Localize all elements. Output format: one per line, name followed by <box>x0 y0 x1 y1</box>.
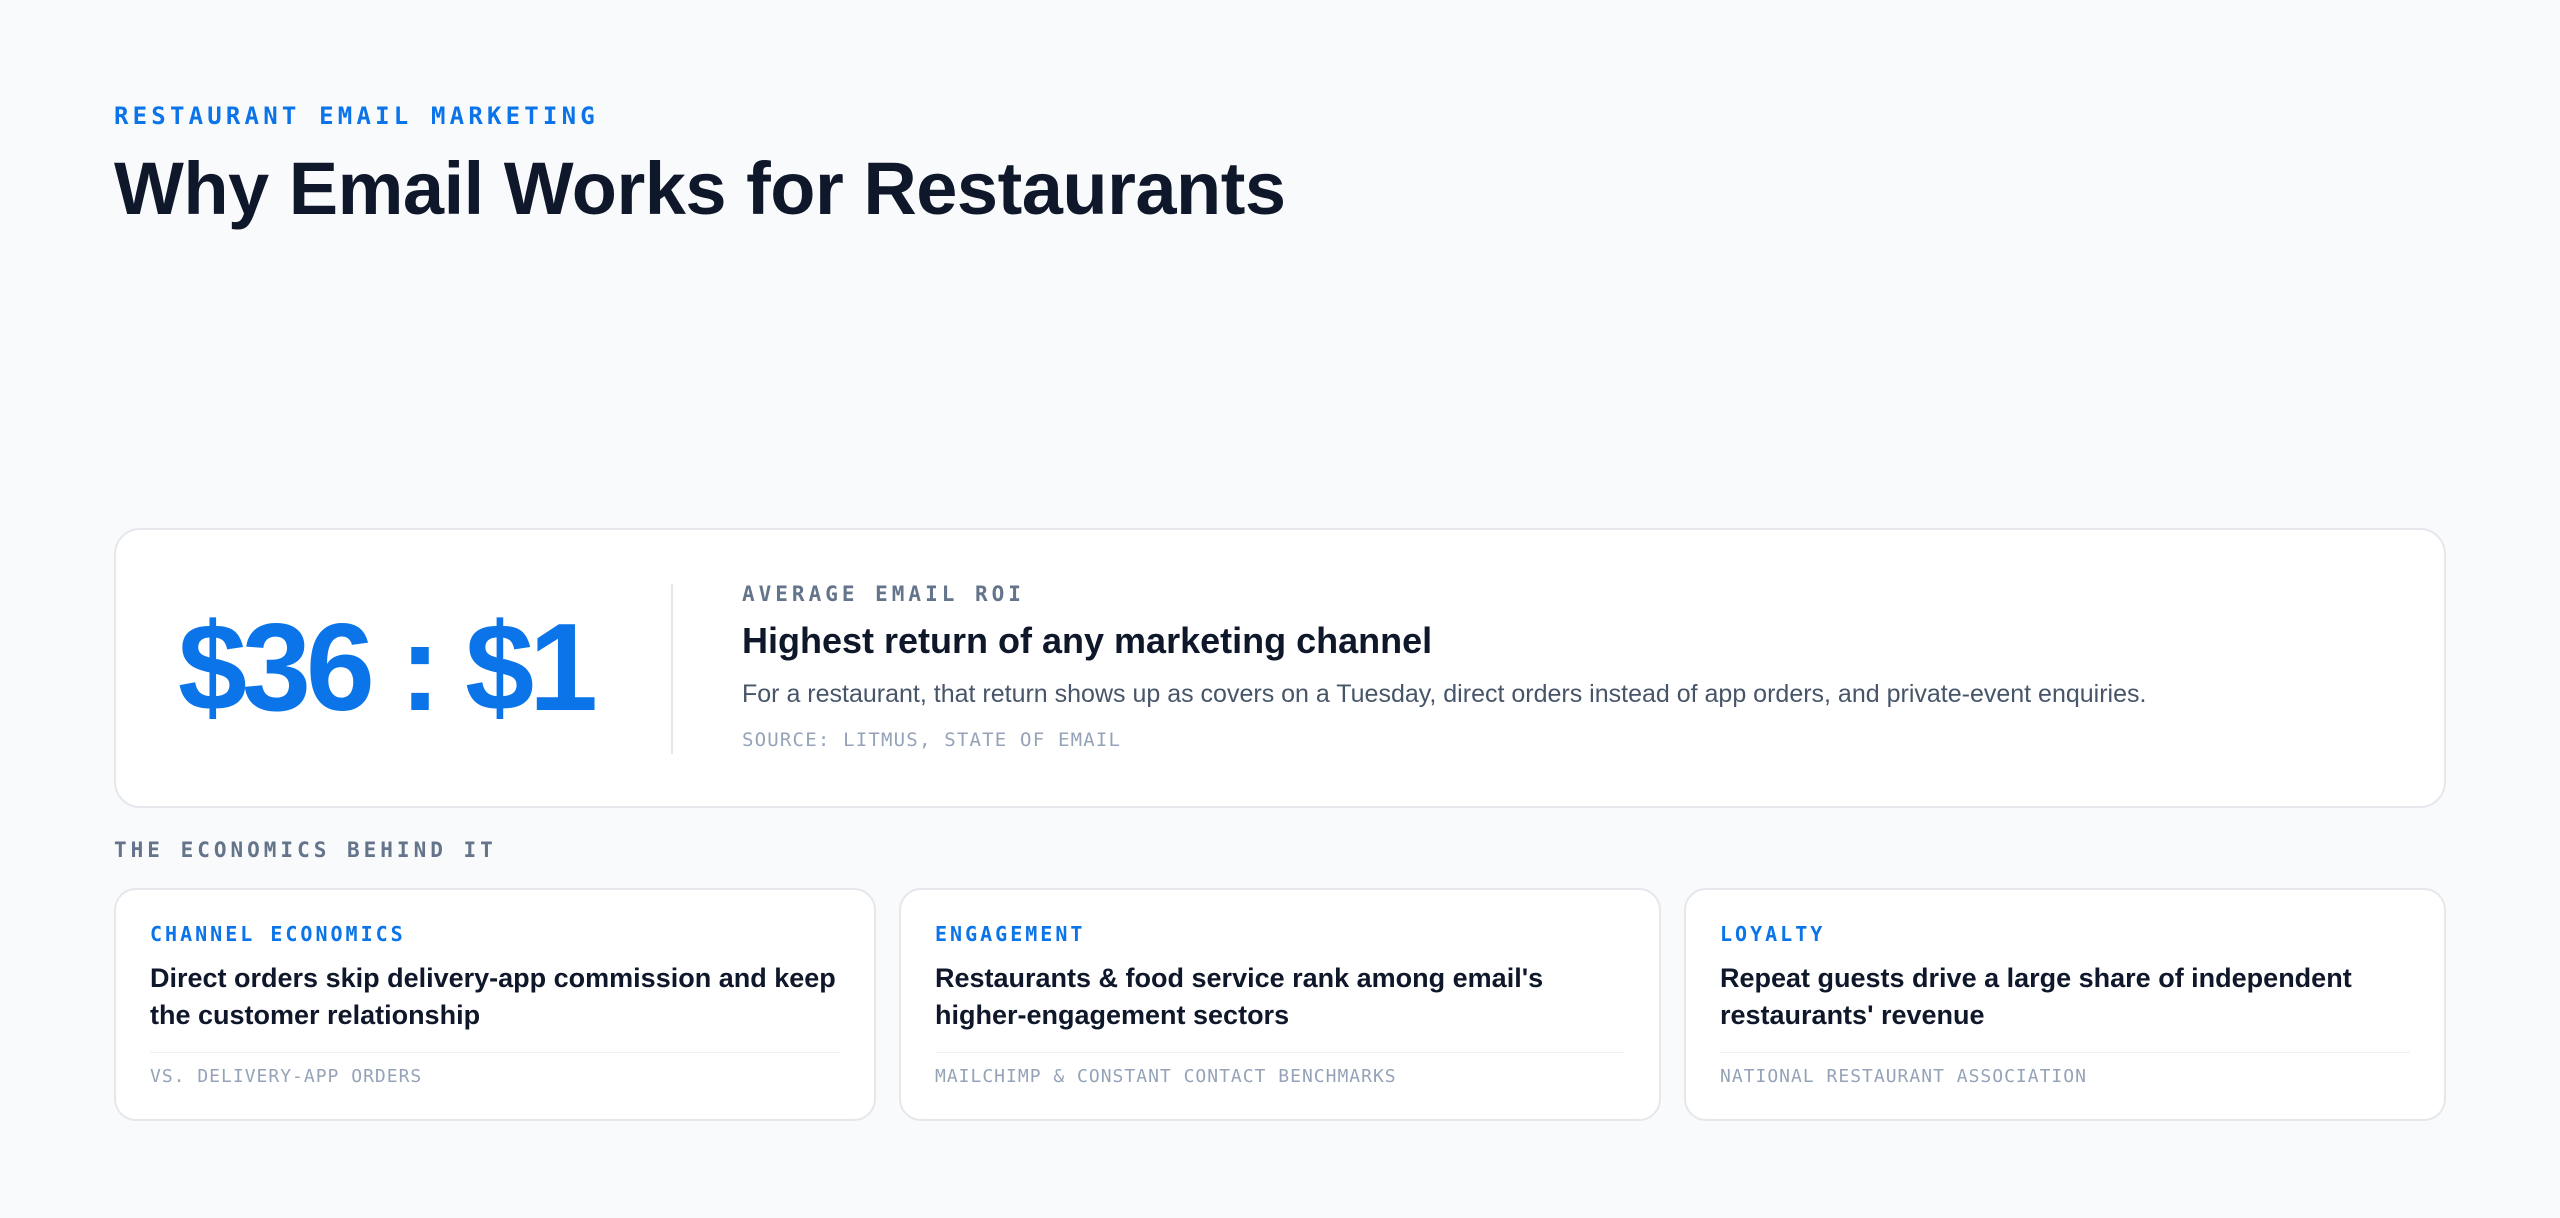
card-tag: CHANNEL ECONOMICS <box>150 922 406 946</box>
roi-text: AVERAGE EMAIL ROI Highest return of any … <box>742 582 2402 751</box>
page-title: Why Email Works for Restaurants <box>114 147 1286 230</box>
roi-description: For a restaurant, that return shows up a… <box>742 680 2147 708</box>
card-source: VS. DELIVERY-APP ORDERS <box>150 1066 423 1087</box>
roi-card: $36 : $1 AVERAGE EMAIL ROI Highest retur… <box>114 528 2446 808</box>
card-title: Repeat guests drive a large share of ind… <box>1720 963 2352 1030</box>
eyebrow: RESTAURANT EMAIL MARKETING <box>114 102 599 130</box>
roi-source: SOURCE: LITMUS, STATE OF EMAIL <box>742 729 1122 751</box>
section-label: THE ECONOMICS BEHIND IT <box>114 838 497 862</box>
card-divider <box>150 1052 840 1053</box>
roi-figure: $36 : $1 <box>178 599 598 737</box>
card-source: NATIONAL RESTAURANT ASSOCIATION <box>1720 1066 2087 1087</box>
card-engagement: ENGAGEMENT Restaurants & food service ra… <box>899 888 1661 1121</box>
card-tag: LOYALTY <box>1720 922 1826 946</box>
card-divider <box>935 1052 1625 1053</box>
card-tag: ENGAGEMENT <box>935 922 1086 946</box>
roi-label: AVERAGE EMAIL ROI <box>742 582 1025 606</box>
card-source: MAILCHIMP & CONSTANT CONTACT BENCHMARKS <box>935 1066 1397 1087</box>
economics-cards: CHANNEL ECONOMICS Direct orders skip del… <box>114 888 2446 1122</box>
roi-heading: Highest return of any marketing channel <box>742 620 1433 661</box>
card-divider <box>1720 1052 2410 1053</box>
page: RESTAURANT EMAIL MARKETING Why Email Wor… <box>0 0 2560 1218</box>
card-loyalty: LOYALTY Repeat guests drive a large shar… <box>1684 888 2446 1121</box>
roi-divider <box>671 584 673 754</box>
card-title: Restaurants & food service rank among em… <box>935 963 1544 1030</box>
card-title: Direct orders skip delivery-app commissi… <box>150 963 836 1030</box>
card-channel-economics: CHANNEL ECONOMICS Direct orders skip del… <box>114 888 876 1121</box>
